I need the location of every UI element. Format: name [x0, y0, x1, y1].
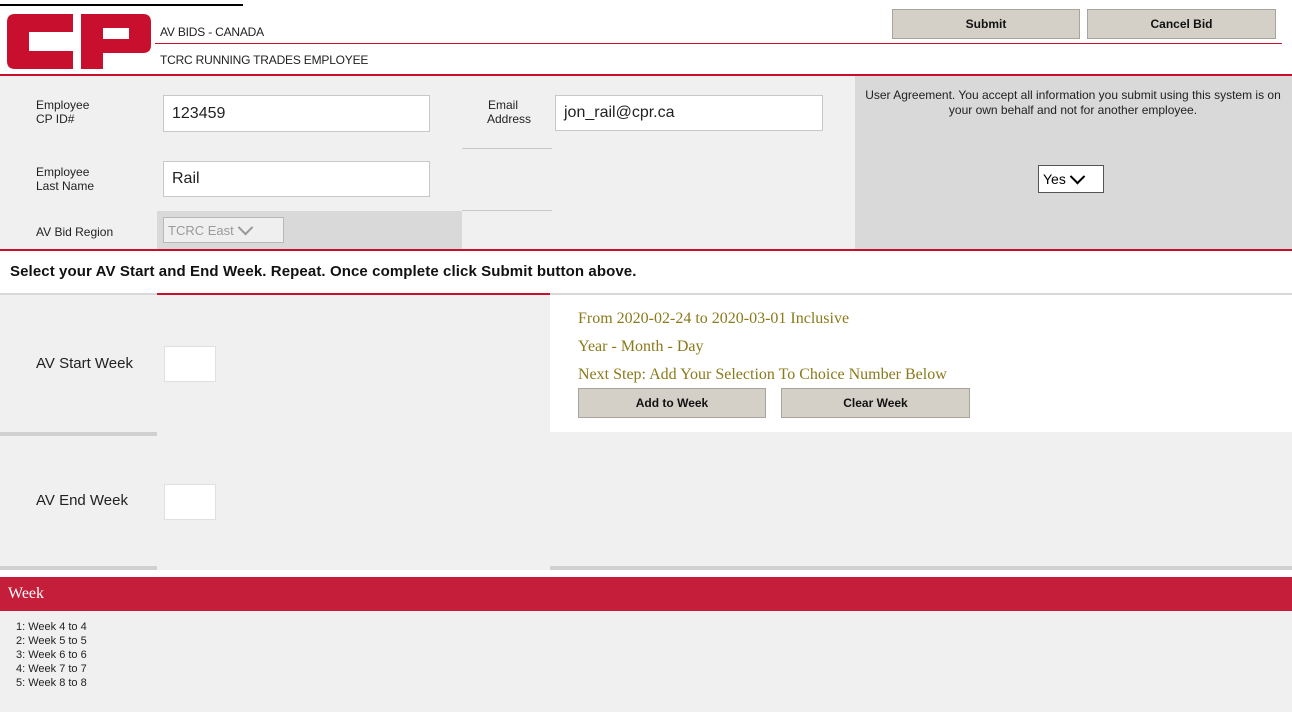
end-week-input[interactable]: [164, 484, 216, 520]
list-item[interactable]: 1: Week 4 to 4: [16, 621, 87, 633]
email-label-divider: [462, 148, 552, 149]
form-bottom-rule: [0, 249, 1292, 251]
email-input[interactable]: jon_rail@cpr.ca: [555, 95, 823, 131]
region-select-value: TCRC East: [168, 222, 234, 238]
last-name-label: Employee Last Name: [36, 165, 95, 193]
add-to-week-button[interactable]: Add to Week: [578, 388, 766, 418]
cancel-bid-button[interactable]: Cancel Bid: [1087, 9, 1276, 39]
chevron-down-icon: [237, 219, 254, 235]
list-item[interactable]: 2: Week 5 to 5: [16, 635, 87, 647]
region-select[interactable]: TCRC East: [163, 217, 284, 243]
instruction-text: Select your AV Start and End Week. Repea…: [10, 263, 637, 280]
email-label: Email Address: [487, 98, 532, 126]
date-format-text: Year - Month - Day: [578, 338, 704, 355]
agreement-select-value: Yes: [1043, 171, 1066, 187]
start-week-input[interactable]: [164, 346, 216, 382]
last-name-input[interactable]: Rail: [163, 161, 430, 197]
date-range-text: From 2020-02-24 to 2020-03-01 Inclusive: [578, 310, 850, 327]
employee-id-label: Employee CP ID#: [36, 98, 90, 126]
list-item[interactable]: 3: Week 6 to 6: [16, 649, 87, 661]
week-list[interactable]: 1: Week 4 to 4 2: Week 5 to 5 3: Week 6 …: [0, 611, 1292, 712]
clear-week-button[interactable]: Clear Week: [781, 388, 970, 418]
end-week-filler: [462, 432, 1292, 570]
chevron-down-icon: [1069, 168, 1086, 184]
header-divider: [155, 43, 1282, 44]
week-list-header: Week: [0, 577, 1292, 611]
agreement-select[interactable]: Yes: [1038, 165, 1104, 193]
start-week-label: AV Start Week: [36, 355, 133, 372]
user-agreement-text: User Agreement. You accept all informati…: [865, 88, 1281, 117]
email-label-divider-2: [462, 210, 552, 211]
region-label: AV Bid Region: [36, 225, 114, 239]
list-item[interactable]: 5: Week 8 to 8: [16, 677, 87, 689]
app-title: AV BIDS - CANADA: [160, 25, 264, 39]
top-rule: [0, 4, 243, 6]
employee-id-input[interactable]: 123459: [163, 95, 430, 132]
app-subtitle: TCRC RUNNING TRADES EMPLOYEE: [160, 53, 369, 67]
cp-logo: [7, 14, 151, 69]
next-step-text: Next Step: Add Your Selection To Choice …: [578, 366, 947, 383]
list-item[interactable]: 4: Week 7 to 7: [16, 663, 87, 675]
end-week-label: AV End Week: [36, 492, 128, 509]
spacer: [0, 570, 1292, 577]
submit-button[interactable]: Submit: [892, 9, 1080, 39]
